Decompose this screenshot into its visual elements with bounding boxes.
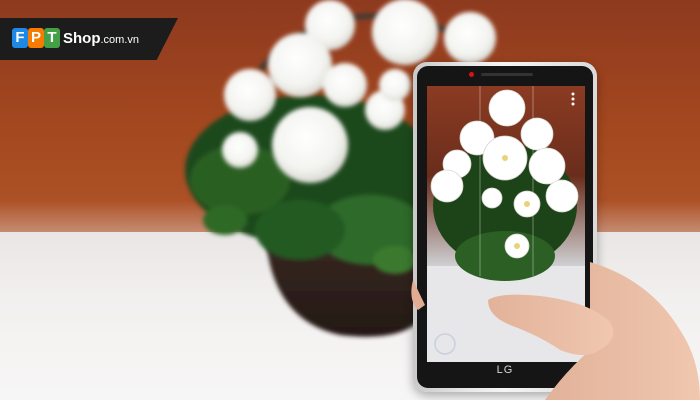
logo-shop: Shop xyxy=(63,30,101,47)
fptshop-logo: F P T Shop.com.vn xyxy=(0,18,178,60)
logo-domain: .com.vn xyxy=(100,34,140,46)
logo-letter-t: T xyxy=(44,28,60,48)
hand xyxy=(411,262,700,400)
logo-letter-p: P xyxy=(28,28,44,48)
photo-scene: LG F P T Shop.com.vn xyxy=(0,0,700,400)
logo-letter-f: F xyxy=(12,28,28,48)
logo-text: Shop.com.vn xyxy=(63,28,139,51)
